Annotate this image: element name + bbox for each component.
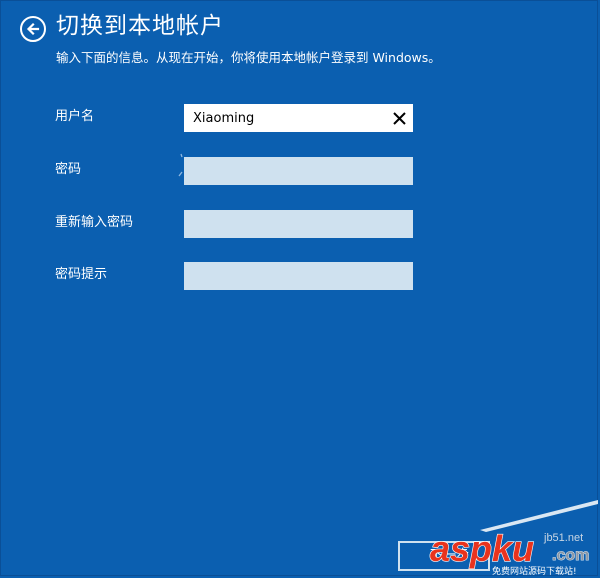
watermark-small: jb51.net (543, 532, 583, 544)
focus-mark (178, 153, 183, 177)
back-arrow-icon (26, 22, 40, 36)
username-label: 用户名 (55, 109, 95, 124)
watermark-logo: jb51.net aspku .com 免费网站源码下载站! (429, 500, 598, 577)
password-hint-label: 密码提示 (55, 267, 108, 282)
back-button[interactable] (20, 16, 46, 42)
username-input[interactable]: Xiaoming (184, 104, 413, 132)
password-label: 密码 (55, 162, 82, 177)
watermark-tld: .com (552, 547, 589, 564)
close-icon[interactable] (391, 110, 408, 127)
password-hint-input[interactable] (184, 262, 413, 290)
watermark-main: aspku (430, 528, 534, 569)
watermark-tagline: 免费网站源码下载站! (492, 565, 577, 577)
page-title: 切换到本地帐户 (56, 13, 224, 39)
page-subtitle: 输入下面的信息。从现在开始，你将使用本地帐户登录到 Windows。 (56, 50, 441, 65)
confirm-password-input[interactable] (184, 210, 413, 238)
username-value: Xiaoming (193, 111, 255, 126)
confirm-password-label: 重新输入密码 (55, 215, 134, 230)
password-input[interactable] (184, 157, 413, 185)
